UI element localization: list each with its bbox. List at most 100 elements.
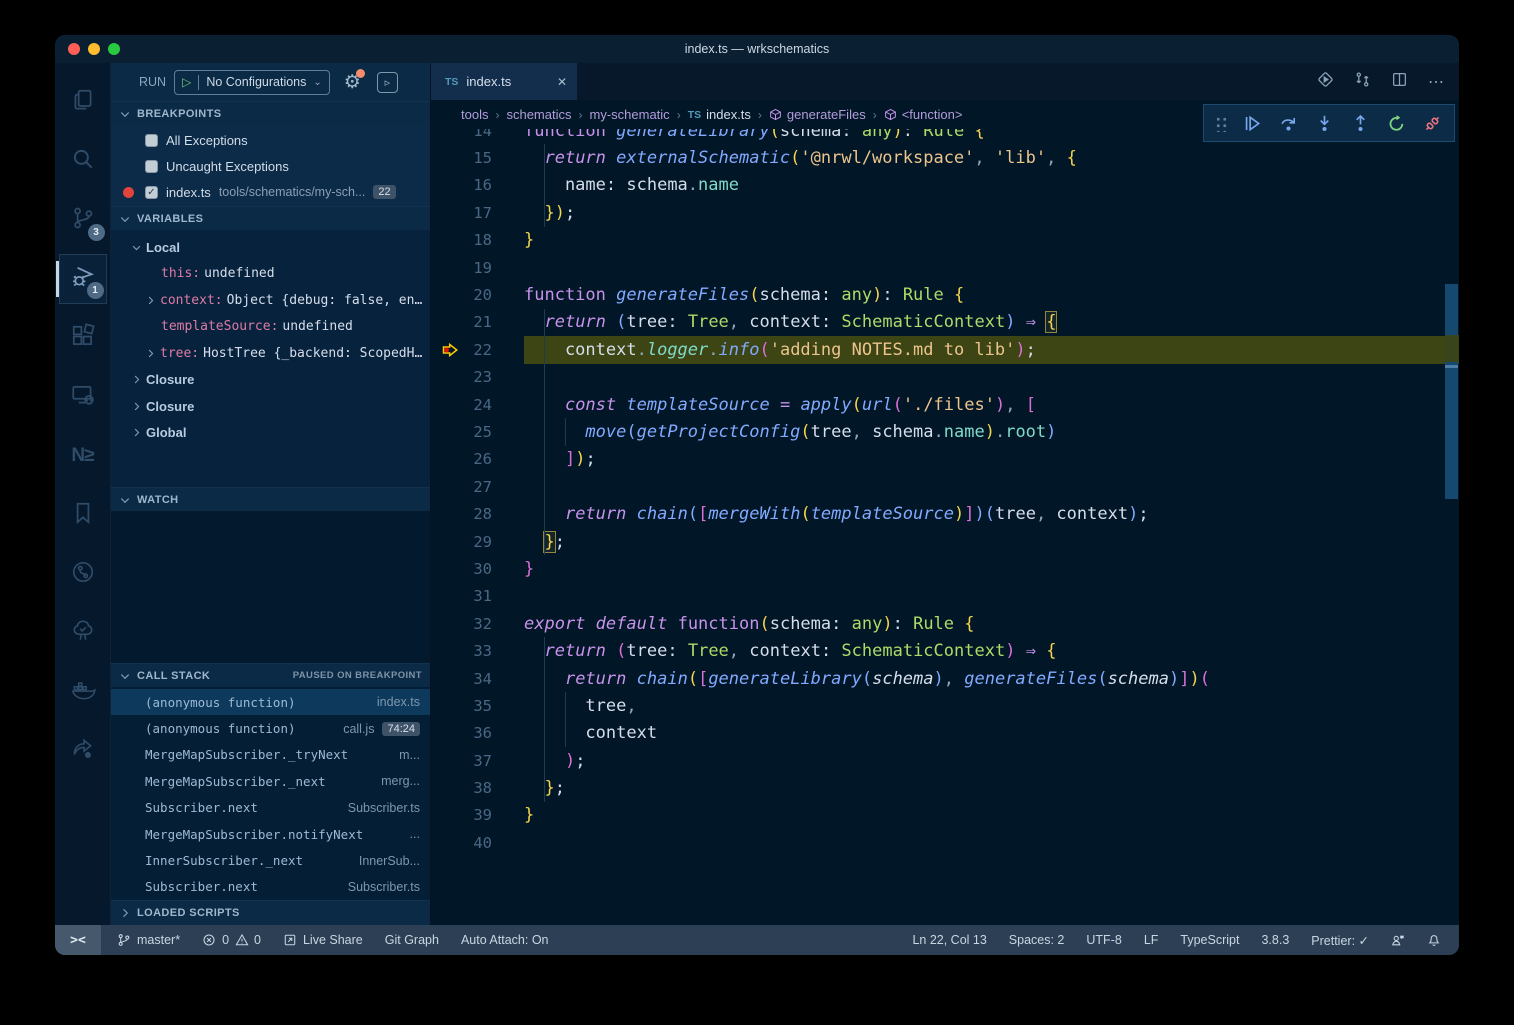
toolbar-drag-handle[interactable] [1214,115,1227,132]
start-debug-icon[interactable]: ▷ [182,75,191,89]
gutter[interactable]: 39 [431,802,524,829]
remote-indicator[interactable]: >< [55,925,101,955]
restart-button[interactable] [1386,112,1408,134]
status-indentation[interactable]: Spaces: 2 [1009,933,1065,947]
activity-item-nx-console[interactable]: N≥ [59,431,107,481]
status-branch-indicator[interactable]: master* [117,933,180,947]
status-git-graph[interactable]: Git Graph [385,933,439,947]
close-tab-icon[interactable]: ✕ [557,75,567,89]
code-editor[interactable]: 14function generateLibrary(schema: any):… [431,129,1459,925]
debug-console-button[interactable]: ▹ [377,72,398,93]
breadcrumb-item[interactable]: generateFiles [769,107,866,122]
gutter[interactable]: 17 [431,199,524,226]
tab-index-ts[interactable]: TS index.ts ✕ [431,63,577,100]
split-editor-icon[interactable] [1391,71,1408,93]
breadcrumb-item[interactable]: TSindex.ts [688,107,751,122]
breakpoint-checkbox[interactable]: ✓ [145,186,158,199]
status-encoding[interactable]: UTF-8 [1086,933,1121,947]
activity-item-remote-explorer[interactable] [59,372,107,422]
gutter[interactable]: 14 [431,129,524,144]
manage-gear-icon[interactable] [55,884,111,915]
gutter[interactable]: 37 [431,747,524,774]
status-problems[interactable]: 00 [202,933,261,947]
gutter[interactable]: 31 [431,583,524,610]
status-auto-attach[interactable]: Auto Attach: On [461,933,549,947]
zoom-window-button[interactable] [108,43,120,55]
activity-item-explorer[interactable] [59,77,107,127]
minimize-window-button[interactable] [88,43,100,55]
call-stack-frame[interactable]: Subscriber.nextSubscriber.ts [111,795,430,821]
gutter[interactable]: 22 [431,336,524,363]
call-stack-frame[interactable]: MergeMapSubscriber._nextmerg... [111,768,430,794]
call-stack-frame[interactable]: MergeMapSubscriber.notifyNext... [111,821,430,847]
step-out-button[interactable] [1350,112,1372,134]
call-stack-section-header[interactable]: CALL STACK PAUSED ON BREAKPOINT [111,663,430,687]
gutter[interactable]: 16 [431,172,524,199]
status-language-mode[interactable]: TypeScript [1180,933,1239,947]
breakpoint-checkbox[interactable] [145,134,158,147]
editor-scrollbar[interactable] [1445,129,1459,925]
status-feedback[interactable] [1391,933,1405,947]
continue-button[interactable] [1241,112,1263,134]
call-stack-frame[interactable]: (anonymous function)index.ts [111,689,430,715]
gutter[interactable]: 23 [431,364,524,391]
call-stack-frame[interactable]: MergeMapSubscriber._tryNextm... [111,742,430,768]
breadcrumb-item[interactable]: tools [461,107,488,122]
more-actions-icon[interactable]: ⋯ [1428,72,1445,92]
status-eol[interactable]: LF [1144,933,1159,947]
watch-section-header[interactable]: WATCH [111,487,430,511]
gutter[interactable]: 40 [431,829,524,856]
gutter[interactable]: 26 [431,446,524,473]
gutter[interactable]: 27 [431,473,524,500]
gutter[interactable]: 35 [431,692,524,719]
breadcrumb-item[interactable]: schematics [506,107,571,122]
gutter[interactable]: 24 [431,391,524,418]
variable-row[interactable]: Global [111,420,430,447]
launch-configuration-dropdown[interactable]: ▷ No Configurations ⌄ [174,70,330,95]
loaded-scripts-section-header[interactable]: LOADED SCRIPTS [111,900,430,924]
gutter[interactable]: 20 [431,281,524,308]
variable-row[interactable]: context: Object {debug: false, en… [111,287,430,314]
status-live-share[interactable]: Live Share [283,933,363,947]
variables-section-header[interactable]: VARIABLES [111,206,430,230]
gutter[interactable]: 21 [431,309,524,336]
activity-item-live-share[interactable] [59,726,107,776]
breadcrumb-item[interactable]: my-schematic [590,107,670,122]
gutter[interactable]: 19 [431,254,524,281]
activity-item-todo-tree[interactable] [59,608,107,658]
close-window-button[interactable] [68,43,80,55]
variable-row[interactable]: templateSource: undefined [111,314,430,341]
activity-item-search[interactable] [59,136,107,186]
open-changes-icon[interactable] [1354,71,1371,93]
gutter[interactable]: 32 [431,610,524,637]
gutter[interactable]: 36 [431,720,524,747]
status-prettier[interactable]: Prettier: ✓ [1311,933,1369,948]
variable-row[interactable]: Local [111,234,430,261]
traffic-lights[interactable] [68,43,120,55]
gutter[interactable]: 34 [431,665,524,692]
gutter[interactable]: 25 [431,418,524,445]
gutter[interactable]: 29 [431,528,524,555]
activity-item-source-control[interactable]: 3 [59,195,107,245]
activity-item-docker[interactable] [59,667,107,717]
step-into-button[interactable] [1313,112,1335,134]
gutter[interactable]: 18 [431,227,524,254]
activity-item-bookmarks[interactable] [59,490,107,540]
call-stack-frame[interactable]: InnerSubscriber._nextInnerSub... [111,847,430,873]
step-over-button[interactable] [1277,112,1299,134]
breakpoint-checkbox[interactable] [145,160,158,173]
breakpoint-item[interactable]: Uncaught Exceptions [111,153,430,179]
breakpoints-section-header[interactable]: BREAKPOINTS [111,101,430,125]
variable-row[interactable]: Closure [111,393,430,420]
activity-item-run-and-debug[interactable]: 1 [59,254,107,304]
scrollbar-slider[interactable] [1445,284,1458,499]
variable-row[interactable]: this: undefined [111,261,430,288]
gutter[interactable]: 33 [431,637,524,664]
breadcrumb-item[interactable]: <function> [884,107,963,122]
status-ts-version[interactable]: 3.8.3 [1261,933,1289,947]
breakpoint-item[interactable]: All Exceptions [111,127,430,153]
variable-row[interactable]: Closure [111,367,430,394]
call-stack-frame[interactable]: Subscriber.nextSubscriber.ts [111,874,430,900]
call-stack-frame[interactable]: (anonymous function)call.js74:24 [111,715,430,741]
activity-item-extensions[interactable] [59,313,107,363]
